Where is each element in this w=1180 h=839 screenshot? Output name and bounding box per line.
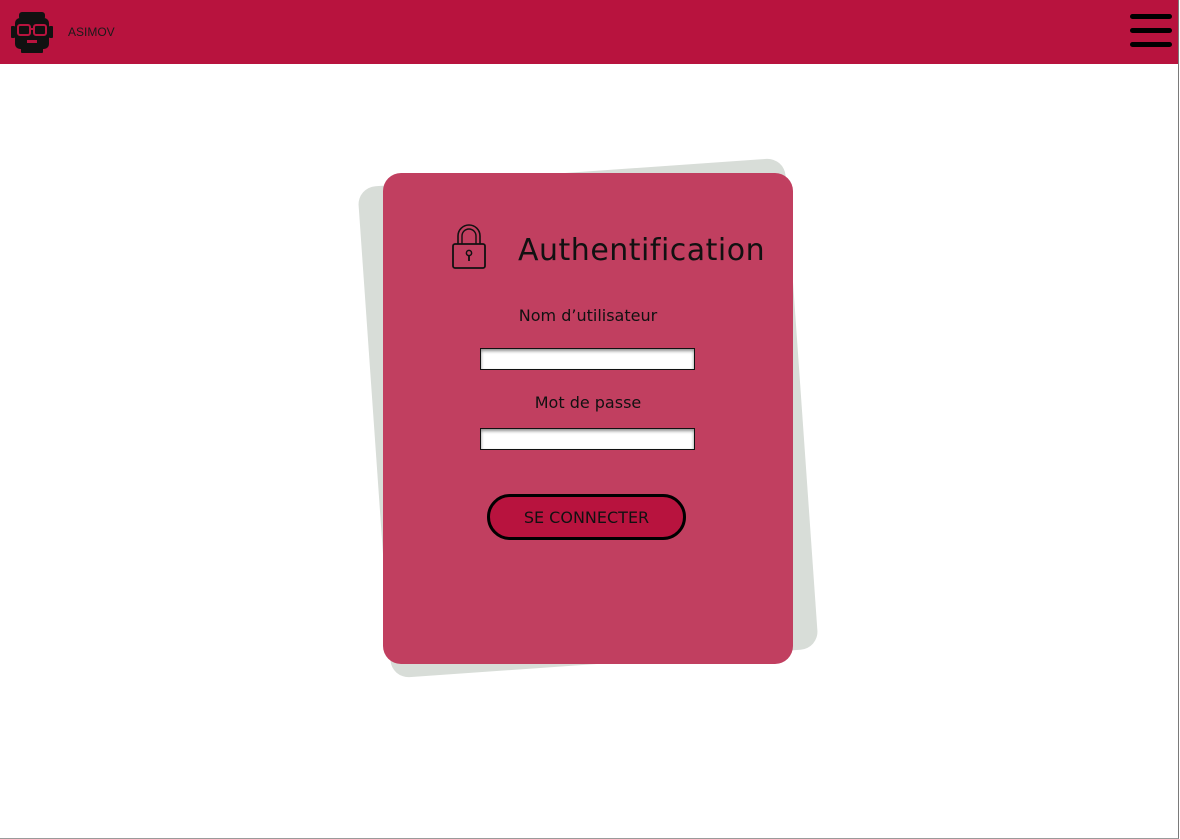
login-title: Authentification: [518, 233, 766, 268]
password-input[interactable]: [480, 428, 695, 450]
hamburger-menu-button[interactable]: [1130, 14, 1172, 48]
brand-name: ASIMOV: [68, 25, 115, 39]
robot-logo-icon: [11, 12, 53, 53]
menu-bar-bottom: [1130, 42, 1172, 47]
password-label: Mot de passe: [534, 393, 642, 412]
page: ASIMOV Authentification Nom d’utilisateu…: [0, 0, 1179, 839]
menu-bar-middle: [1130, 28, 1172, 33]
padlock-icon: [452, 224, 486, 269]
login-submit-button[interactable]: SE CONNECTER: [487, 494, 686, 540]
username-input[interactable]: [480, 348, 695, 370]
top-header: ASIMOV: [0, 0, 1178, 64]
login-card: Authentification Nom d’utilisateur Mot d…: [383, 173, 793, 664]
menu-bar-top: [1130, 14, 1172, 19]
username-label: Nom d’utilisateur: [518, 306, 658, 325]
